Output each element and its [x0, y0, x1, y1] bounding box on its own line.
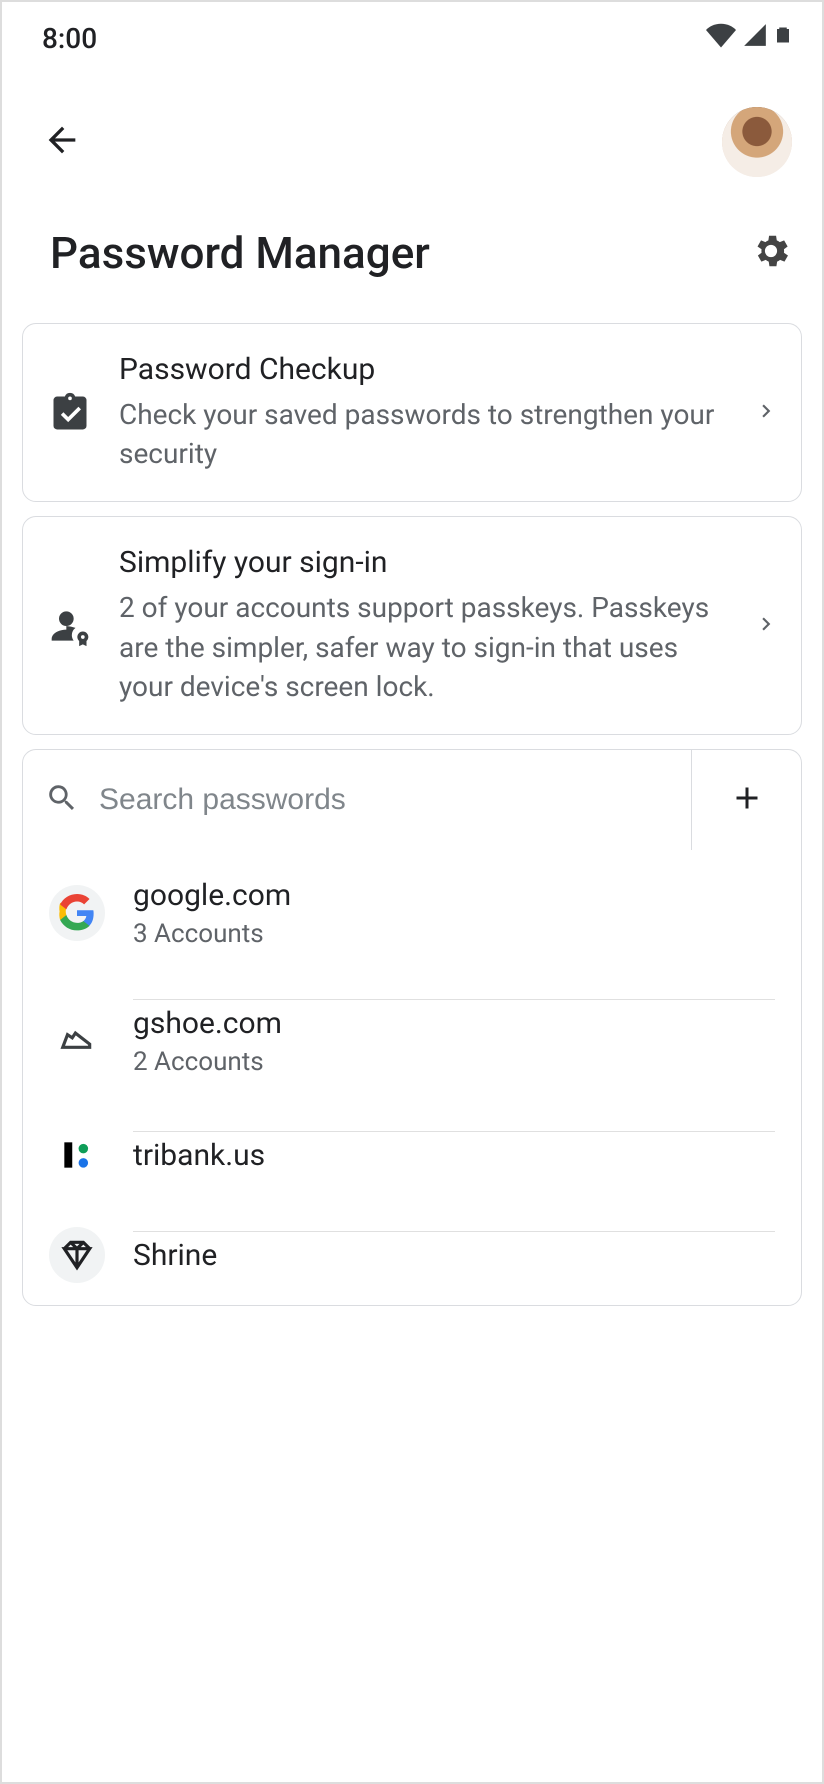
password-item-body: gshoe.com 2 Accounts [133, 999, 775, 1083]
card-body: Simplify your sign-in 2 of your accounts… [119, 545, 729, 706]
search-icon [45, 781, 79, 819]
chevron-right-icon [753, 398, 779, 428]
top-bar [2, 67, 822, 207]
password-item-body: google.com 3 Accounts [133, 872, 775, 955]
cellular-icon [742, 22, 768, 55]
search-box[interactable] [23, 750, 691, 850]
settings-button[interactable] [750, 230, 792, 276]
status-time: 8:00 [42, 22, 97, 55]
clipboard-check-icon [45, 391, 95, 435]
card-title: Simplify your sign-in [119, 545, 729, 580]
back-button[interactable] [42, 120, 82, 164]
person-key-icon [45, 604, 95, 648]
chevron-right-icon [753, 611, 779, 641]
password-item-shrine[interactable]: Shrine [23, 1205, 801, 1305]
wifi-icon [706, 20, 736, 57]
diamond-icon [49, 1227, 105, 1283]
add-password-button[interactable] [691, 750, 801, 850]
passkeys-card[interactable]: Simplify your sign-in 2 of your accounts… [22, 516, 802, 735]
tribank-icon [49, 1127, 105, 1183]
password-item-body: Shrine [133, 1231, 775, 1279]
password-item-google[interactable]: google.com 3 Accounts [23, 850, 801, 977]
status-icons [706, 20, 792, 57]
password-site: Shrine [133, 1238, 775, 1273]
arrow-left-icon [42, 145, 82, 164]
password-item-gshoe[interactable]: gshoe.com 2 Accounts [23, 977, 801, 1105]
search-input[interactable] [99, 783, 669, 817]
gear-icon [750, 257, 792, 276]
plus-icon [729, 780, 765, 820]
password-checkup-card[interactable]: Password Checkup Check your saved passwo… [22, 323, 802, 502]
password-site: google.com [133, 878, 775, 913]
password-item-body: tribank.us [133, 1131, 775, 1179]
page-title: Password Manager [50, 227, 430, 279]
title-row: Password Manager [2, 207, 822, 309]
password-subtitle: 2 Accounts [133, 1047, 775, 1077]
search-row [23, 750, 801, 850]
google-icon [49, 885, 105, 941]
password-item-tribank[interactable]: tribank.us [23, 1105, 801, 1205]
card-subtitle: 2 of your accounts support passkeys. Pas… [119, 588, 729, 706]
password-subtitle: 3 Accounts [133, 919, 775, 949]
card-title: Password Checkup [119, 352, 729, 387]
password-list: google.com 3 Accounts gshoe.com 2 Accoun… [22, 749, 802, 1306]
password-site: tribank.us [133, 1138, 775, 1173]
battery-icon [774, 20, 792, 57]
shoe-icon [49, 1013, 105, 1069]
card-body: Password Checkup Check your saved passwo… [119, 352, 729, 473]
card-subtitle: Check your saved passwords to strengthen… [119, 395, 729, 473]
password-site: gshoe.com [133, 1006, 775, 1041]
status-bar: 8:00 [2, 2, 822, 67]
account-avatar[interactable] [722, 107, 792, 177]
